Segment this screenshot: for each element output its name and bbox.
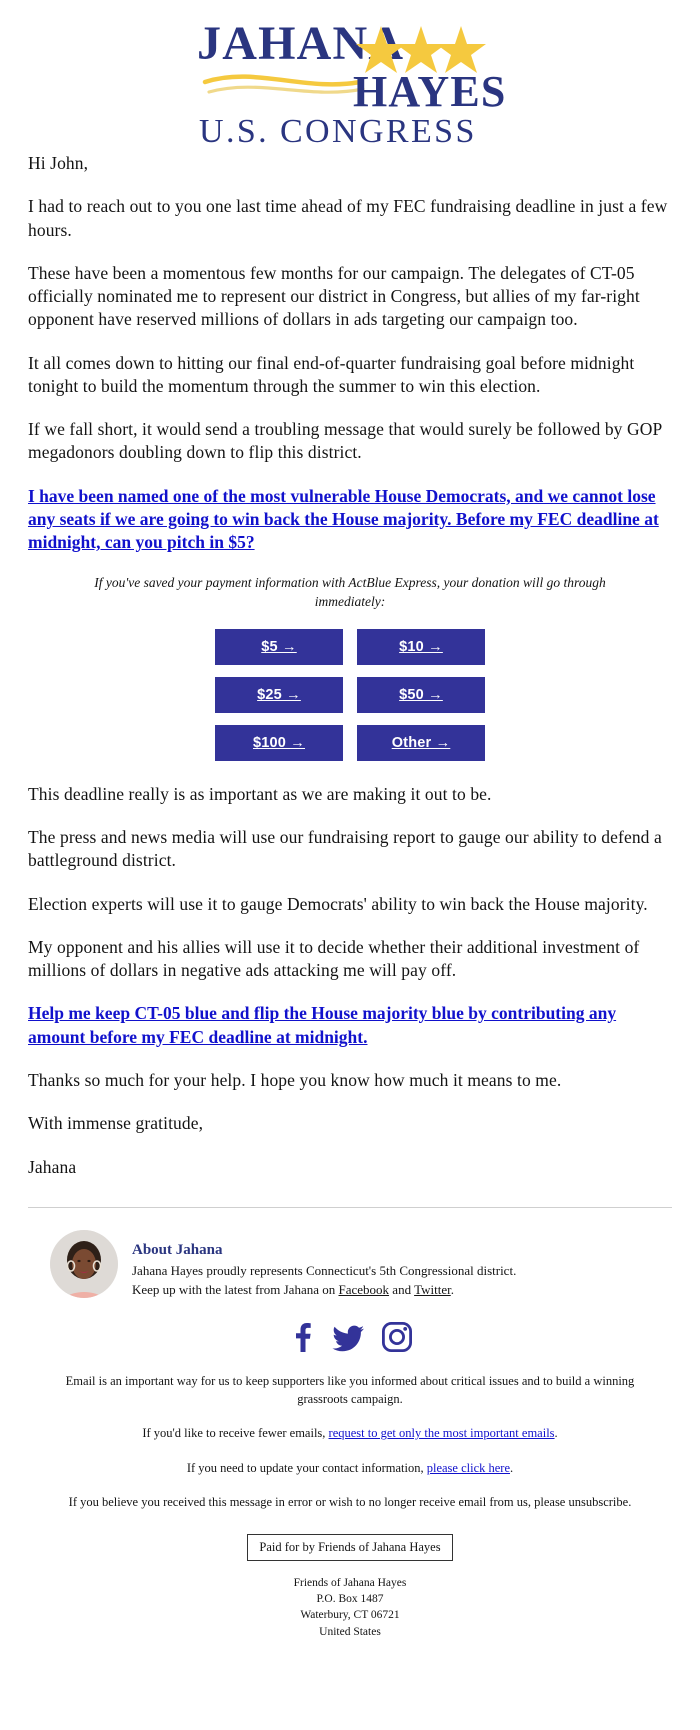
address-org: Friends of Jahana Hayes bbox=[293, 1576, 407, 1589]
footer-fewer-post: . bbox=[554, 1426, 558, 1441]
actblue-express-note: If you've saved your payment information… bbox=[94, 575, 606, 609]
donate-button-50[interactable]: $50 → bbox=[357, 676, 485, 713]
about-keepup-text: Keep up with the latest from Jahana on bbox=[132, 1281, 339, 1297]
update-contact-link[interactable]: please click here bbox=[427, 1461, 510, 1475]
social-icon-row bbox=[0, 1299, 700, 1363]
avatar bbox=[50, 1229, 118, 1298]
paid-for-by-box: Paid for by Friends of Jahana Hayes bbox=[247, 1533, 453, 1561]
instagram-icon[interactable] bbox=[381, 1321, 413, 1353]
paragraph-6: The press and news media will use our fu… bbox=[28, 827, 662, 871]
letter-body: Hi John, I had to reach out to you one l… bbox=[0, 152, 700, 1179]
footer-contact-post: . bbox=[510, 1460, 514, 1475]
donation-button-grid: $5 → $10 → $25 → $50 → $100 → Other → bbox=[215, 628, 485, 761]
footer-intro: Email is an important way for us to keep… bbox=[65, 1374, 635, 1406]
donate-button-25[interactable]: $25 → bbox=[215, 676, 343, 713]
address-country: United States bbox=[319, 1625, 381, 1638]
secondary-donate-link[interactable]: Help me keep CT-05 blue and flip the Hou… bbox=[28, 1002, 672, 1049]
paragraph-1: I had to reach out to you one last time … bbox=[28, 196, 668, 240]
paragraph-7: Election experts will use it to gauge De… bbox=[28, 893, 648, 914]
about-and-text: and bbox=[389, 1281, 415, 1297]
fewer-emails-link[interactable]: request to get only the most important e… bbox=[329, 1426, 555, 1440]
signature: Jahana bbox=[28, 1156, 77, 1177]
twitter-link[interactable]: Twitter bbox=[414, 1282, 451, 1297]
footer-contact-pre: If you need to update your contact infor… bbox=[186, 1460, 427, 1475]
primary-donate-link[interactable]: I have been named one of the most vulner… bbox=[28, 485, 672, 555]
greeting: Hi John, bbox=[28, 153, 89, 173]
footer-unsubscribe: If you believe you received this message… bbox=[68, 1495, 632, 1510]
paragraph-3: It all comes down to hitting our final e… bbox=[28, 352, 635, 396]
paragraph-5: This deadline really is as important as … bbox=[28, 783, 492, 804]
address-po-box: P.O. Box 1487 bbox=[316, 1592, 384, 1605]
about-jahana-block: About Jahana Jahana Hayes proudly repres… bbox=[0, 1208, 700, 1299]
footer-legal: Email is an important way for us to keep… bbox=[0, 1363, 700, 1575]
twitter-icon[interactable] bbox=[331, 1321, 367, 1353]
donate-button-5[interactable]: $5 → bbox=[215, 628, 343, 665]
logo-swoosh bbox=[202, 74, 365, 94]
closing-paragraph: Thanks so much for your help. I hope you… bbox=[28, 1070, 562, 1091]
facebook-icon[interactable] bbox=[287, 1321, 317, 1353]
avatar-portrait bbox=[50, 1229, 118, 1298]
signoff: With immense gratitude, bbox=[28, 1113, 204, 1134]
campaign-logo: JAHANA HAYES U.S. CONGRESS bbox=[0, 0, 700, 152]
logo-artwork: JAHANA HAYES U.S. CONGRESS bbox=[197, 17, 507, 144]
about-jahana-text: About Jahana Jahana Hayes proudly repres… bbox=[132, 1230, 516, 1299]
mailing-address: Friends of Jahana Hayes P.O. Box 1487 Wa… bbox=[0, 1575, 700, 1656]
paragraph-8: My opponent and his allies will use it t… bbox=[28, 936, 640, 981]
about-jahana-title: About Jahana bbox=[132, 1241, 223, 1258]
logo-congress-text: U.S. CONGRESS bbox=[199, 113, 477, 144]
donate-button-other[interactable]: Other → bbox=[357, 724, 485, 761]
footer-fewer-emails: If you'd like to receive fewer emails, r… bbox=[55, 1425, 645, 1443]
donate-button-100[interactable]: $100 → bbox=[215, 724, 343, 761]
footer-update-contact: If you need to update your contact infor… bbox=[55, 1460, 645, 1478]
about-jahana-line1: Jahana Hayes proudly represents Connecti… bbox=[132, 1263, 517, 1279]
facebook-link[interactable]: Facebook bbox=[339, 1282, 390, 1297]
footer-fewer-pre: If you'd like to receive fewer emails, bbox=[142, 1426, 329, 1441]
donate-row-1: $5 → $10 → bbox=[215, 628, 485, 665]
address-city-state-zip: Waterbury, CT 06721 bbox=[300, 1609, 400, 1622]
about-jahana-line2: Keep up with the latest from Jahana on F… bbox=[132, 1281, 516, 1299]
email-container: JAHANA HAYES U.S. CONGRESS Hi John, I ha… bbox=[0, 0, 700, 1656]
donate-button-10[interactable]: $10 → bbox=[357, 628, 485, 665]
logo-hayes-text: HAYES bbox=[353, 67, 507, 116]
donate-row-3: $100 → Other → bbox=[215, 724, 485, 761]
donate-row-2: $25 → $50 → bbox=[215, 676, 485, 713]
about-period: . bbox=[450, 1281, 454, 1297]
paragraph-4: If we fall short, it would send a troubl… bbox=[28, 419, 662, 463]
paragraph-2: These have been a momentous few months f… bbox=[28, 262, 640, 330]
